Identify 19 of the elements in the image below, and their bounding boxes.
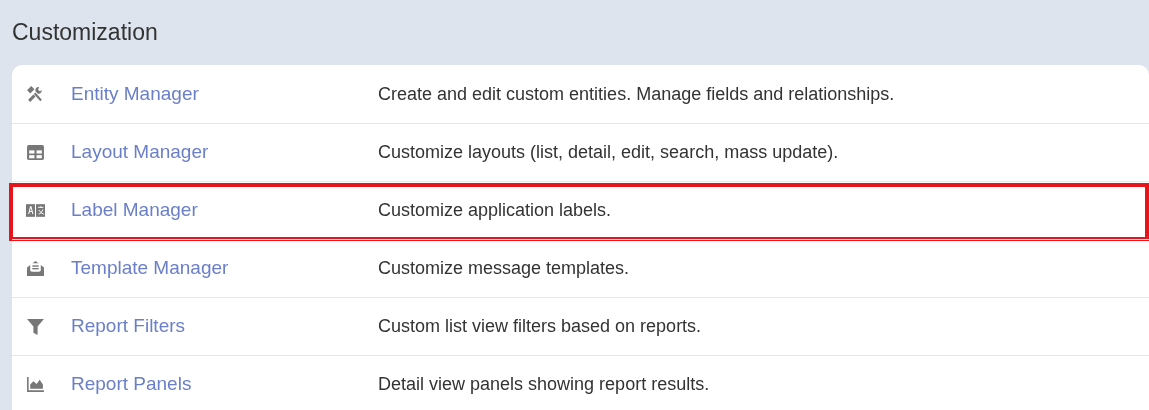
manager-link[interactable]: Label Manager <box>71 196 378 225</box>
description-text: Detail view panels showing report results. <box>378 373 710 396</box>
description-text: Custom list view filters based on reports. <box>378 315 702 338</box>
envelope-icon <box>26 259 45 278</box>
description-text: Customize application labels. <box>378 199 612 222</box>
area-chart-icon <box>26 375 45 394</box>
translate-icon <box>26 201 45 220</box>
table-icon <box>26 143 45 162</box>
tools-icon <box>26 84 45 104</box>
description-text: Customize layouts (list, detail, edit, search, mass update). <box>378 141 839 164</box>
manager-link[interactable]: Entity Manager <box>71 79 378 109</box>
description-text: Customize message templates. <box>378 257 630 280</box>
description-text: Create and edit custom entities. Manage fields and relationships. <box>378 82 895 106</box>
manager-link[interactable]: Report Panels <box>71 370 378 399</box>
manager-link[interactable]: Template Manager <box>71 254 378 283</box>
panel-title: Customization <box>12 18 158 48</box>
filter-icon <box>26 317 45 336</box>
manager-link[interactable]: Layout Manager <box>71 138 378 167</box>
manager-link[interactable]: Report Filters <box>71 312 378 341</box>
